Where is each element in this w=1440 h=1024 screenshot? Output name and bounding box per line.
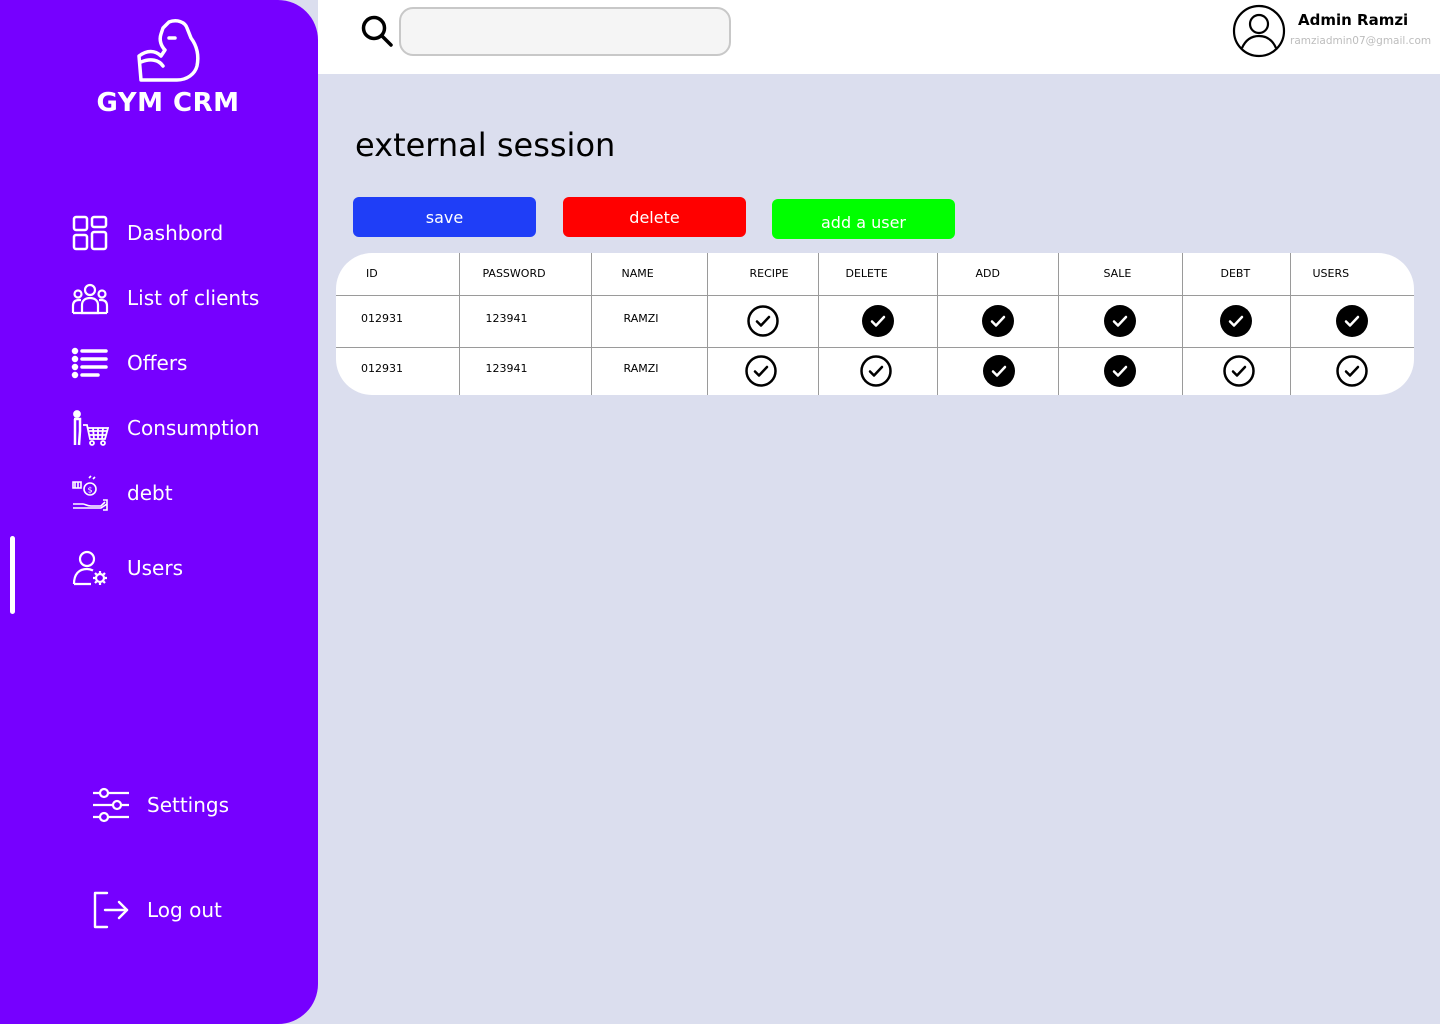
save-button[interactable]: save: [353, 197, 536, 237]
sidebar-item-offers[interactable]: Offers: [70, 341, 187, 385]
sidebar-item-label: Offers: [127, 351, 188, 375]
page-title: external session: [355, 126, 616, 164]
search-icon[interactable]: [360, 14, 394, 48]
sidebar-item-label: Dashbord: [127, 221, 224, 245]
column-header: PASSWORD: [459, 253, 592, 296]
cell-add: [937, 347, 1059, 395]
column-header: ID: [336, 253, 460, 296]
cell-name: RAMZI: [591, 347, 708, 395]
sidebar-item-debt[interactable]: $ debt: [70, 471, 173, 515]
checked-icon[interactable]: [981, 304, 1015, 338]
active-indicator: [10, 536, 15, 614]
add-user-button[interactable]: add a user: [772, 199, 955, 239]
search-input[interactable]: [399, 7, 731, 56]
user-gear-icon: [70, 548, 110, 588]
checked-icon[interactable]: [1103, 304, 1137, 338]
sidebar-item-dashboard[interactable]: Dashbord: [70, 211, 223, 255]
cell-name: RAMZI: [591, 295, 708, 348]
table-header-row: ID PASSWORD NAME RECIPE DELETE ADD SALE …: [336, 253, 1414, 296]
cell-recipe: [707, 347, 819, 395]
table-row[interactable]: 012931 123941 RAMZI: [336, 347, 1414, 395]
unchecked-icon[interactable]: [1222, 354, 1256, 388]
cell-password: 123941: [459, 347, 592, 395]
sidebar-item-label: Users: [127, 556, 184, 580]
checked-icon[interactable]: [1335, 304, 1369, 338]
cell-delete: [818, 347, 938, 395]
sidebar-item-users[interactable]: Users: [70, 546, 183, 590]
column-header: SALE: [1058, 253, 1183, 296]
column-header: NAME: [591, 253, 708, 296]
logout-icon: [90, 890, 130, 930]
brand-name: GYM CRM: [96, 88, 240, 118]
cell-users: [1290, 295, 1414, 348]
cell-id: 012931: [336, 347, 460, 395]
logout-button[interactable]: Log out: [90, 888, 222, 932]
money-hand-icon: $: [70, 473, 110, 513]
user-email: ramziadmin07@gmail.com: [1290, 35, 1432, 47]
people-group-icon: [70, 278, 110, 318]
flexed-arm-icon: [137, 19, 200, 82]
users-table: ID PASSWORD NAME RECIPE DELETE ADD SALE …: [336, 253, 1414, 395]
cell-delete: [818, 295, 938, 348]
sidebar-item-consumption[interactable]: Consumption: [70, 406, 259, 450]
unchecked-icon[interactable]: [859, 354, 893, 388]
logout-label: Log out: [147, 898, 222, 922]
checked-icon[interactable]: [861, 304, 895, 338]
cell-sale: [1058, 295, 1183, 348]
unchecked-icon[interactable]: [1335, 354, 1369, 388]
cell-id: 012931: [336, 295, 460, 348]
brand: GYM CRM: [0, 16, 336, 118]
sidebar-item-settings[interactable]: Settings: [90, 783, 229, 827]
sidebar-item-label: List of clients: [127, 286, 260, 310]
user-name: Admin Ramzi: [1298, 11, 1409, 29]
cell-password: 123941: [459, 295, 592, 348]
shopping-cart-icon: [70, 408, 110, 448]
avatar-icon[interactable]: [1232, 4, 1286, 58]
cell-add: [937, 295, 1059, 348]
list-icon: [70, 343, 110, 383]
column-header: DEBT: [1182, 253, 1291, 296]
cell-debt: [1182, 347, 1291, 395]
column-header: USERS: [1290, 253, 1414, 296]
column-header: DELETE: [818, 253, 938, 296]
checked-icon[interactable]: [982, 354, 1016, 388]
checked-icon[interactable]: [1219, 304, 1253, 338]
cell-debt: [1182, 295, 1291, 348]
sidebar-item-clients[interactable]: List of clients: [70, 276, 259, 320]
delete-button[interactable]: delete: [563, 197, 746, 237]
sidebar-item-label: debt: [127, 481, 173, 505]
table-row[interactable]: 012931 123941 RAMZI: [336, 295, 1414, 348]
settings-label: Settings: [147, 793, 230, 817]
column-header: ADD: [937, 253, 1059, 296]
svg-text:$: $: [88, 486, 93, 495]
column-header: RECIPE: [707, 253, 819, 296]
dashboard-grid-icon: [70, 213, 110, 253]
cell-sale: [1058, 347, 1183, 395]
cell-users: [1290, 347, 1414, 395]
sidebar: GYM CRM Dashbord List of clients Offers …: [0, 0, 318, 1024]
cell-recipe: [707, 295, 819, 348]
checked-icon[interactable]: [1103, 354, 1137, 388]
sidebar-item-label: Consumption: [127, 416, 260, 440]
unchecked-icon[interactable]: [746, 304, 780, 338]
sliders-icon: [90, 785, 130, 825]
unchecked-icon[interactable]: [744, 354, 778, 388]
